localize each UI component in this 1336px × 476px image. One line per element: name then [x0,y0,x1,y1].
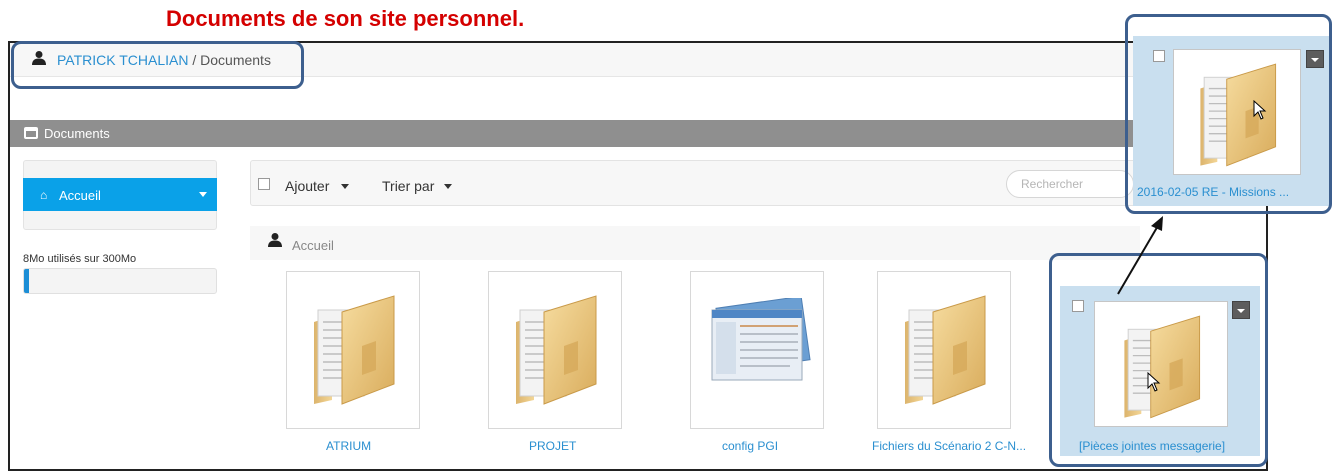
add-dropdown-icon[interactable] [341,184,349,189]
tile-atrium[interactable] [286,271,420,429]
document-icon [698,298,818,398]
folder-breadcrumb-label[interactable]: Accueil [292,238,334,253]
page-heading-punct: . [518,6,525,31]
tile-label-projet[interactable]: PROJET [529,439,576,453]
page-heading-text: Documents de son site personnel [166,6,519,31]
sort-dropdown-icon[interactable] [444,184,452,189]
chevron-down-icon[interactable] [199,192,207,197]
documents-icon [24,127,38,139]
tile-label-config-pgi[interactable]: config PGI [722,439,778,453]
sidebar-item-accueil[interactable]: ⌂ Accueil [23,178,217,211]
search-input[interactable] [1006,170,1134,198]
zoom-highlight [1125,14,1332,214]
storage-quota-fill [24,269,30,293]
tile-projet[interactable] [488,271,622,429]
select-all-checkbox[interactable] [258,178,270,190]
tile-label-atrium[interactable]: ATRIUM [326,439,371,453]
user-icon [268,233,282,247]
storage-quota-bar [23,268,217,294]
breadcrumb-highlight [11,41,304,89]
page-heading: Documents de son site personnel. [166,6,524,32]
storage-quota-text: 8Mo utilisés sur 300Mo [23,253,137,265]
home-icon: ⌂ [40,188,48,202]
section-header: Documents [10,120,1266,147]
callout-arrow [1117,216,1163,295]
sidebar-item-label: Accueil [59,188,101,203]
tile-fichiers-scenario[interactable] [877,271,1011,429]
folder-icon [506,284,606,412]
sort-button[interactable]: Trier par [382,178,434,194]
folder-icon [895,284,995,412]
folder-breadcrumb [250,226,1140,260]
tile-config-pgi[interactable] [690,271,824,429]
tile-label-fichiers-scenario[interactable]: Fichiers du Scénario 2 C-N... [872,439,1026,453]
section-title: Documents [44,126,110,141]
add-button[interactable]: Ajouter [285,178,329,194]
folder-icon [304,284,404,412]
